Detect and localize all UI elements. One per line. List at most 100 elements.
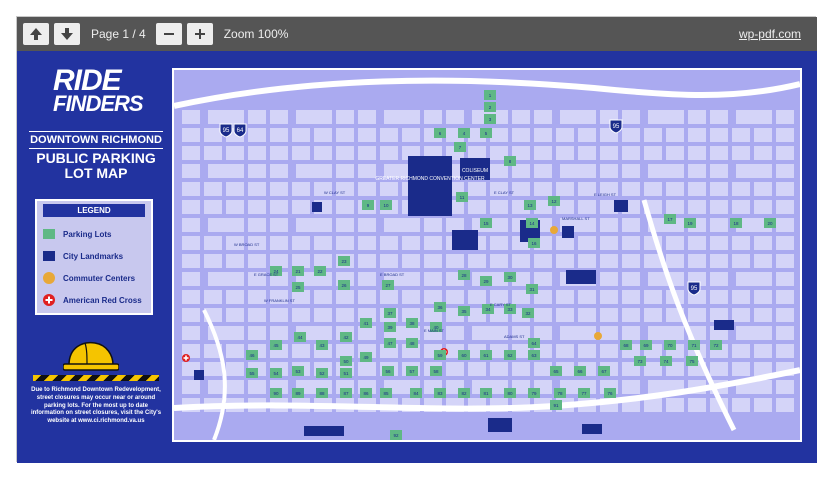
city-block — [556, 254, 574, 268]
city-block — [776, 308, 794, 322]
brand-link[interactable]: wp-pdf.com — [739, 27, 801, 41]
city-block — [208, 218, 226, 232]
city-block — [688, 110, 706, 124]
city-block — [358, 362, 376, 376]
parking-lot: 44 — [294, 332, 306, 342]
parking-lot-number: 25 — [295, 285, 301, 290]
city-block — [424, 290, 442, 304]
parking-lot-number: 55 — [249, 371, 255, 376]
parking-lot: 53 — [292, 366, 304, 376]
city-block — [622, 380, 640, 394]
city-block — [402, 236, 420, 250]
city-block — [622, 290, 640, 304]
city-block — [622, 164, 640, 178]
city-block — [314, 236, 332, 250]
zoom-out-button[interactable] — [155, 23, 182, 45]
city-block — [644, 128, 662, 142]
city-block — [776, 128, 794, 142]
street-label: E CLAY ST — [494, 190, 515, 195]
city-block — [402, 218, 420, 232]
city-block — [314, 146, 332, 160]
city-block — [600, 218, 618, 232]
city-block — [776, 326, 794, 340]
city-block — [736, 326, 754, 340]
city-block — [776, 164, 794, 178]
city-block — [600, 344, 618, 358]
parking-lot: 81 — [480, 388, 492, 398]
city-block — [622, 146, 640, 160]
street-label: E LEIGH ST — [594, 192, 617, 197]
city-block — [336, 128, 354, 142]
commuter-center-icon — [550, 226, 558, 234]
city-block — [512, 128, 530, 142]
parking-map[interactable]: 95 64 95 95 GREATER RICHMOND CONVENTION CEN… — [172, 68, 802, 442]
parking-lot: 56 — [382, 366, 394, 376]
parking-lot: 92 — [390, 430, 402, 440]
city-block — [754, 272, 772, 286]
city-block — [732, 344, 750, 358]
parking-lot-number: 85 — [383, 391, 389, 396]
city-block — [226, 146, 244, 160]
city-block — [402, 272, 420, 286]
city-block — [296, 110, 314, 124]
city-block — [292, 182, 310, 196]
parking-lot-number: 74 — [663, 359, 669, 364]
parking-lot: 87 — [340, 388, 352, 398]
parking-lot: 1 — [484, 90, 496, 100]
city-block — [358, 110, 376, 124]
city-block — [644, 146, 662, 160]
city-block — [512, 110, 530, 124]
city-block — [182, 272, 200, 286]
city-block — [248, 200, 266, 214]
city-block — [754, 164, 772, 178]
city-block — [732, 128, 750, 142]
city-block — [384, 110, 402, 124]
city-block — [248, 128, 266, 142]
parking-lot-number: 58 — [433, 369, 439, 374]
red-cross-icon — [182, 354, 190, 362]
parking-lot: 69 — [640, 340, 652, 350]
city-landmark — [452, 230, 478, 250]
city-block — [578, 110, 596, 124]
zoom-in-button[interactable] — [186, 23, 213, 45]
city-block — [182, 308, 200, 322]
city-block — [732, 308, 750, 322]
parking-lot: 18 — [730, 218, 742, 228]
city-block — [710, 272, 728, 286]
city-block — [560, 164, 578, 178]
city-block — [666, 254, 684, 268]
city-block — [534, 254, 552, 268]
city-block — [270, 326, 288, 340]
city-block — [296, 164, 314, 178]
city-block — [336, 146, 354, 160]
city-block — [534, 326, 552, 340]
city-block — [710, 164, 728, 178]
parking-lot: 76 — [604, 388, 616, 398]
city-block — [226, 218, 244, 232]
parking-lot: 63 — [528, 350, 540, 360]
city-landmark — [714, 320, 734, 330]
parking-lot: 6 — [434, 128, 446, 138]
legend-label: American Red Cross — [63, 295, 142, 305]
city-block — [732, 254, 750, 268]
city-block — [380, 146, 398, 160]
city-block — [182, 218, 200, 232]
city-block — [208, 272, 226, 286]
city-block — [754, 254, 772, 268]
prev-page-button[interactable] — [23, 23, 49, 45]
city-block — [556, 344, 574, 358]
map-legend: LEGEND Parking Lots City Landmarks Commu… — [35, 199, 153, 315]
parking-lot-number: 31 — [529, 287, 535, 292]
city-block — [622, 128, 640, 142]
city-block — [248, 380, 266, 394]
next-page-button[interactable] — [54, 23, 80, 45]
map-title-line-2: LOT MAP — [64, 164, 128, 181]
interstate-shield-icon: 95 — [687, 281, 701, 296]
parking-lot: 64 — [528, 338, 540, 348]
parking-lot-number: 45 — [273, 343, 279, 348]
city-block — [490, 362, 508, 376]
city-block — [380, 128, 398, 142]
parking-lot-number: 59 — [437, 353, 443, 358]
city-block — [754, 236, 772, 250]
hard-hat-icon — [63, 341, 119, 371]
